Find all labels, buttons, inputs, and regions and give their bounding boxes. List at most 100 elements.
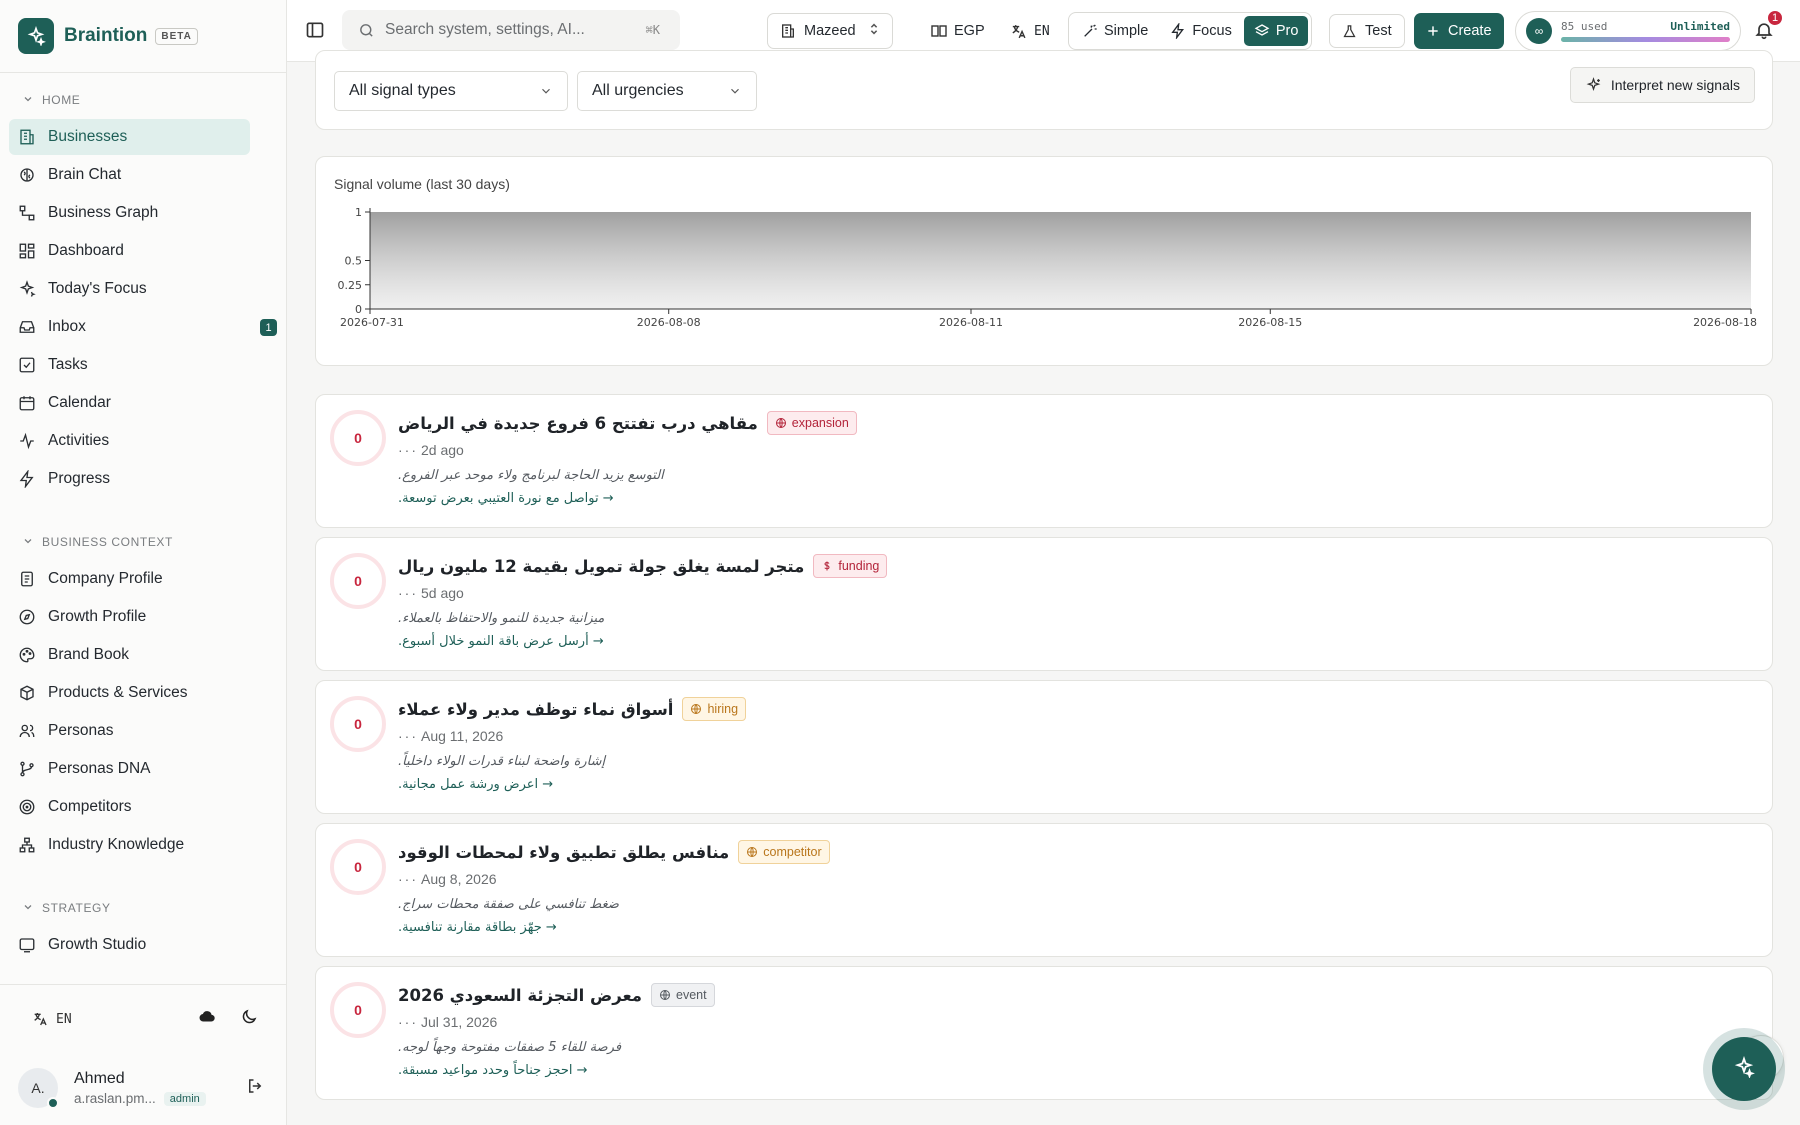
signal-card[interactable]: 0 مقاهي درب تفتتح 6 فروع جديدة في الرياض e… (315, 394, 1773, 528)
search-placeholder: Search system, settings, AI... (385, 21, 585, 38)
section-header-2[interactable]: STRATEGY (0, 891, 286, 925)
user-email: a.raslan.pm... (74, 1091, 156, 1106)
signal-type-badge: event (651, 983, 715, 1007)
signal-time: Jul 31, 2026 (421, 1014, 498, 1030)
sidebar-item-brand-book[interactable]: Brand Book (9, 637, 250, 673)
urgency-select[interactable]: All urgencies (577, 71, 757, 111)
globe-icon (746, 846, 758, 858)
sidebar-item-businesses[interactable]: Businesses (9, 119, 250, 155)
language-switcher[interactable]: EN (32, 1011, 72, 1027)
sidebar-item-label: Calendar (48, 394, 111, 411)
signal-volume-chart: Signal volume (last 30 days) 1 0.5 0.25 0 20… (315, 156, 1773, 366)
sidebar-toggle-icon[interactable] (305, 20, 325, 40)
sidebar-item-personas[interactable]: Personas (9, 713, 250, 749)
signal-action[interactable]: → اعرض ورشة عمل مجانية. (398, 777, 553, 792)
cloud-sync-icon[interactable] (198, 1008, 216, 1030)
sidebar-item-competitors[interactable]: Competitors (9, 789, 250, 825)
sidebar-item-label: Business Graph (48, 204, 159, 221)
business-switcher[interactable]: Mazeed (767, 13, 893, 49)
sidebar-item-tasks[interactable]: Tasks (9, 347, 250, 383)
sidebar-item-calendar[interactable]: Calendar (9, 385, 250, 421)
sparkles-icon (1733, 1055, 1755, 1082)
language-label: EN (56, 1011, 72, 1027)
box-icon (18, 684, 36, 702)
interpret-signals-button[interactable]: Interpret new signals (1569, 67, 1755, 103)
graph-icon (18, 204, 36, 222)
mode-focus-button[interactable]: Focus (1160, 16, 1242, 46)
dollar-icon (821, 560, 833, 572)
language-selector[interactable]: EN (1002, 13, 1058, 49)
brand-name: Braintion (64, 25, 148, 46)
search-input[interactable]: Search system, settings, AI... ⌘K (342, 10, 680, 50)
pulse-icon (18, 432, 36, 450)
signal-title: متجر لمسة يغلق جولة تمويل بقيمة 12 مليون… (398, 556, 805, 576)
section-header-0[interactable]: HOME (0, 83, 286, 117)
currency-selector[interactable]: EGP (923, 13, 993, 49)
sidebar-item-brain-chat[interactable]: Brain Chat (9, 157, 250, 193)
signal-type-label: hiring (707, 702, 739, 716)
ai-assistant-button[interactable] (1712, 1037, 1776, 1101)
signal-type-badge: funding (813, 554, 888, 578)
sidebar-item-business-graph[interactable]: Business Graph (9, 195, 250, 231)
currency-label: EGP (954, 23, 985, 39)
sidebar-item-inbox[interactable]: Inbox 1 (9, 309, 277, 345)
signal-action[interactable]: → تواصل مع نورة العتيبي بعرض توسعة. (398, 491, 614, 506)
signal-action[interactable]: → احجز جناحاً وحدد مواعيد مسبقة. (398, 1063, 588, 1078)
sidebar-item-label: Growth Studio (48, 936, 147, 953)
usage-used: 85 used (1561, 20, 1608, 33)
sidebar-item-products-services[interactable]: Products & Services (9, 675, 250, 711)
mode-pro-button[interactable]: Pro (1243, 16, 1309, 46)
sidebar-item-label: Personas DNA (48, 760, 151, 777)
sidebar-item-industry-knowledge[interactable]: Industry Knowledge (9, 827, 250, 863)
inbox-count-badge: 1 (260, 319, 277, 336)
sidebar-item-label: Products & Services (48, 684, 188, 701)
relevance-score: 0 (330, 982, 386, 1038)
sidebar-item-growth-studio[interactable]: Growth Studio (9, 927, 250, 963)
compass-icon (18, 608, 36, 626)
calendar-icon (18, 394, 36, 412)
sidebar-item-company-profile[interactable]: Company Profile (9, 561, 250, 597)
sidebar-item-personas-dna[interactable]: Personas DNA (9, 751, 250, 787)
sidebar: Braintion BETA HOME Businesses Brain Chat B… (0, 0, 287, 1125)
sidebar-nav[interactable]: HOME Businesses Brain Chat Business Graph Da… (0, 73, 286, 985)
notifications-button[interactable]: 1 (1754, 9, 1784, 44)
chevron-down-icon (728, 84, 742, 103)
chevron-down-icon (22, 93, 34, 108)
signal-title: مقاهي درب تفتتح 6 فروع جديدة في الرياض (398, 413, 758, 433)
globe-icon (775, 417, 787, 429)
signal-reason: إشارة واضحة لبناء قدرات الولاء داخلياً. (398, 754, 606, 769)
signal-card[interactable]: 0 أسواق نماء توظف مدير ولاء عملاء hiring ··… (315, 680, 1773, 814)
sidebar-item-dashboard[interactable]: Dashboard (9, 233, 250, 269)
section-header-1[interactable]: BUSINESS CONTEXT (0, 525, 286, 559)
checkbox-icon (18, 356, 36, 374)
brand[interactable]: Braintion BETA (0, 0, 286, 73)
usage-meter[interactable]: ∞ 85 used Unlimited (1515, 11, 1741, 51)
sidebar-item-activities[interactable]: Activities (9, 423, 250, 459)
sitemap-icon (18, 836, 36, 854)
create-button[interactable]: Create (1414, 13, 1504, 49)
logout-icon[interactable] (246, 1077, 264, 1099)
signal-type-select[interactable]: All signal types (334, 71, 568, 111)
sidebar-item-growth-profile[interactable]: Growth Profile (9, 599, 250, 635)
signal-title: أسواق نماء توظف مدير ولاء عملاء (398, 699, 674, 719)
flag-icon (931, 24, 947, 38)
mode-simple-button[interactable]: Simple (1072, 16, 1158, 46)
main-content: All signal types All urgencies Interpret… (287, 50, 1800, 1125)
signal-action[interactable]: → جهّز بطاقة مقارنة تنافسية. (398, 920, 557, 935)
palette-icon (18, 646, 36, 664)
users-icon (18, 722, 36, 740)
signal-card[interactable]: 0 معرض التجزئة السعودي 2026 event ··· Jul 31… (315, 966, 1773, 1100)
moon-icon[interactable] (240, 1008, 258, 1030)
chevron-updown-icon (868, 22, 880, 40)
magic-wand-icon (1082, 23, 1098, 39)
signal-action[interactable]: → أرسل عرض باقة النمو خلال أسبوع. (398, 634, 604, 649)
signal-card[interactable]: 0 منافس يطلق تطبيق ولاء لمحطات الوقود comp… (315, 823, 1773, 957)
more-dots-icon: ··· (398, 585, 418, 601)
test-button[interactable]: Test (1329, 14, 1405, 48)
signal-type-badge: hiring (682, 697, 747, 721)
sidebar-item-progress[interactable]: Progress (9, 461, 250, 497)
sidebar-item-today-s-focus[interactable]: Today's Focus (9, 271, 250, 307)
signal-card[interactable]: 0 متجر لمسة يغلق جولة تمويل بقيمة 12 مليو… (315, 537, 1773, 671)
user-profile[interactable]: A. Ahmed a.raslan.pm... admin (0, 1053, 286, 1123)
role-badge: admin (163, 1091, 206, 1106)
